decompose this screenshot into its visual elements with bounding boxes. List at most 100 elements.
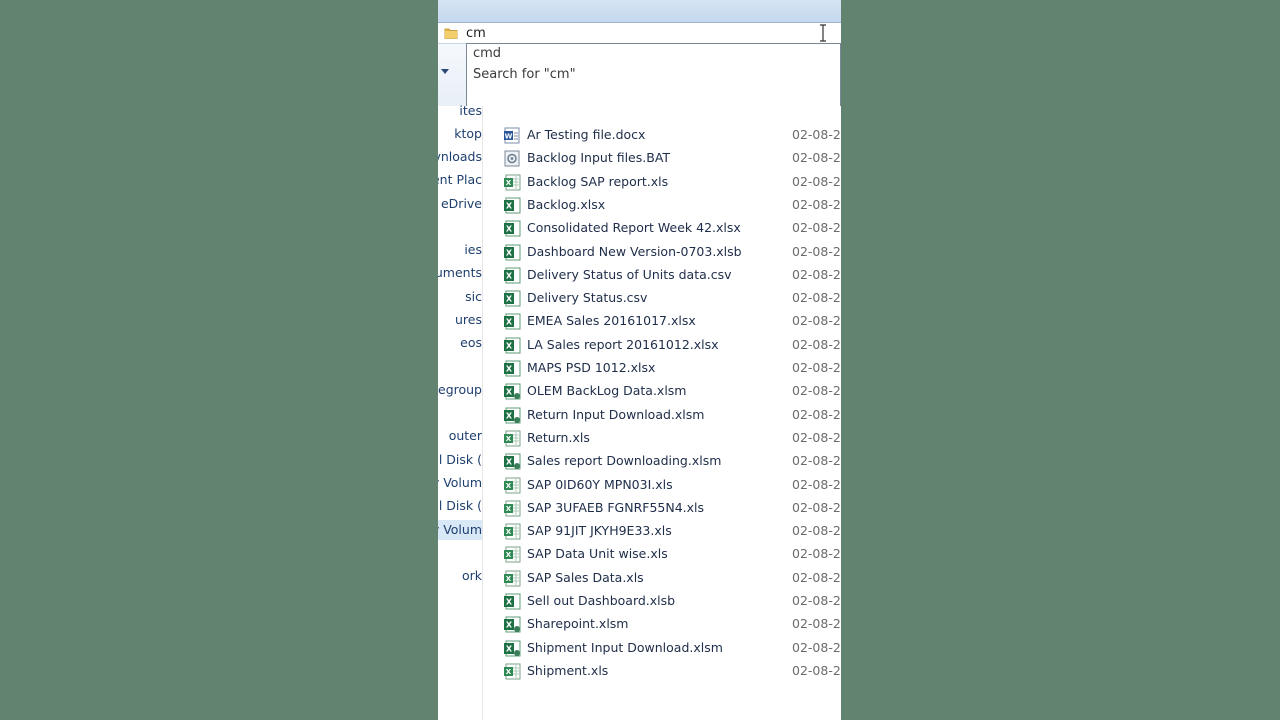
file-row[interactable]: X Backlog SAP report.xls 02-08-20: [483, 171, 841, 194]
nav-item[interactable]: sic: [438, 287, 482, 307]
address-bar[interactable]: cm: [438, 22, 841, 44]
excel-macro-icon: X: [504, 640, 521, 657]
file-row[interactable]: X Backlog.xlsx 02-08-20: [483, 194, 841, 217]
svg-text:X: X: [506, 435, 512, 443]
excel-xls-icon: X: [504, 663, 521, 680]
nav-item[interactable]: egroup: [438, 380, 482, 400]
nav-item[interactable]: eDrive: [438, 194, 482, 214]
file-row[interactable]: X Sharepoint.xlsm 02-08-20: [483, 613, 841, 636]
file-date-modified: 02-08-20: [792, 220, 841, 236]
file-date-modified: 02-08-20: [792, 360, 841, 375]
nav-item[interactable]: ies: [438, 240, 482, 260]
file-date-modified: 02-08-20: [792, 243, 841, 259]
address-input[interactable]: cm: [466, 26, 486, 41]
nav-item[interactable]: ktop: [438, 124, 482, 144]
file-name: Backlog.xlsx: [527, 196, 606, 212]
excel-xls-icon: X: [504, 500, 521, 517]
nav-item[interactable]: al Disk (: [438, 496, 482, 516]
file-row[interactable]: X Dashboard New Version-0703.xlsb 02-08-20: [483, 241, 841, 264]
file-name: Sell out Dashboard.xlsb: [527, 593, 676, 608]
file-date-modified: 02-08-20: [792, 453, 841, 469]
file-date-modified: 02-08-20: [792, 383, 841, 399]
file-date-modified: 02-08-20: [792, 569, 841, 585]
file-row[interactable]: X Return Input Download.xlsm 02-08-20: [483, 404, 841, 427]
nav-item-label: ies: [464, 242, 482, 257]
nav-item[interactable]: ent Plac: [438, 170, 482, 190]
file-row[interactable]: X Shipment Input Download.xlsm 02-08-20: [483, 637, 841, 660]
svg-text:X: X: [506, 179, 512, 187]
file-row[interactable]: X Return.xls 02-08-20: [483, 427, 841, 450]
file-name: Return.xls: [527, 429, 590, 445]
nav-item[interactable]: al Disk (: [438, 450, 482, 470]
nav-item-label: ent Plac: [438, 172, 482, 187]
excel-xls-icon: X: [504, 430, 521, 447]
excel-icon: X: [504, 197, 521, 214]
svg-text:W: W: [505, 132, 513, 140]
file-name: Dashboard New Version-0703.xlsb: [527, 243, 742, 259]
nav-item-label: egroup: [438, 382, 482, 397]
file-row[interactable]: X Sales report Downloading.xlsm 02-08-20: [483, 450, 841, 473]
svg-text:X: X: [506, 341, 513, 350]
file-row[interactable]: X SAP Data Unit wise.xls 02-08-20: [483, 543, 841, 566]
excel-macro-icon: X: [504, 407, 521, 424]
file-name: SAP Data Unit wise.xls: [527, 546, 668, 562]
file-date-modified: 02-08-20: [792, 546, 841, 562]
file-row[interactable]: X Sell out Dashboard.xlsb 02-08-20: [483, 590, 841, 613]
file-row[interactable]: X EMEA Sales 20161017.xlsx 02-08-20: [483, 310, 841, 333]
nav-item-label: eDrive: [440, 196, 482, 211]
nav-item-label: ork: [461, 568, 482, 583]
file-row[interactable]: X MAPS PSD 1012.xlsx 02-08-20: [483, 357, 841, 380]
nav-item[interactable]: ork: [438, 566, 482, 586]
nav-item[interactable]: outer: [438, 426, 482, 446]
file-row[interactable]: X Consolidated Report Week 42.xlsx 02-08-2…: [483, 217, 841, 240]
file-name: SAP 3UFAEB FGNRF55N4.xls: [527, 499, 705, 515]
nav-item-label: vnloads: [438, 149, 482, 164]
autocomplete-item-cmd[interactable]: cmd: [473, 46, 501, 61]
file-row[interactable]: X SAP 0ID60Y MPN03I.xls 02-08-20: [483, 474, 841, 497]
svg-text:X: X: [506, 644, 513, 653]
file-name: EMEA Sales 20161017.xlsx: [527, 313, 696, 329]
nav-item[interactable]: uments: [438, 263, 482, 283]
svg-text:X: X: [506, 668, 512, 676]
file-date-modified: 02-08-20: [792, 406, 841, 422]
file-row[interactable]: X LA Sales report 20161012.xlsx 02-08-20: [483, 334, 841, 357]
file-name: Backlog Input files.BAT: [527, 150, 671, 166]
nav-item-label: eos: [460, 335, 482, 350]
file-name: Delivery Status of Units data.csv: [527, 266, 732, 282]
window-title-bar: [438, 0, 841, 22]
file-row[interactable]: X Shipment.xls 02-08-20: [483, 660, 841, 683]
file-row[interactable]: X OLEM BackLog Data.xlsm 02-08-20: [483, 380, 841, 403]
navigation-pane: ites ktop vnloads ent Plac eDrive ies uments si…: [438, 103, 483, 720]
file-row[interactable]: X SAP 3UFAEB FGNRF55N4.xls 02-08-20: [483, 497, 841, 520]
chevron-down-icon[interactable]: [440, 68, 450, 76]
file-name: Shipment Input Download.xlsm: [527, 639, 723, 655]
excel-icon: X: [504, 244, 521, 260]
batch-file-icon: [504, 150, 520, 167]
file-date-modified: 02-08-20: [792, 499, 841, 515]
file-row[interactable]: W Ar Testing file.docx 02-08-20: [483, 124, 841, 147]
svg-text:X: X: [506, 318, 513, 327]
file-name: Return Input Download.xlsm: [527, 406, 705, 422]
nav-item[interactable]: v Volum: [438, 473, 482, 493]
svg-text:X: X: [506, 505, 512, 513]
file-row[interactable]: X SAP Sales Data.xls 02-08-20: [483, 567, 841, 590]
file-row[interactable]: X Delivery Status of Units data.csv 02-08-…: [483, 264, 841, 287]
file-row[interactable]: Backlog Input files.BAT 02-08-20: [483, 147, 841, 170]
nav-item[interactable]: vnloads: [438, 147, 482, 167]
nav-item[interactable]: ites: [438, 101, 482, 121]
nav-item[interactable]: eos: [438, 333, 482, 353]
nav-item[interactable]: v Volum: [438, 520, 482, 540]
nav-item-label: sic: [465, 289, 482, 304]
excel-icon: X: [504, 313, 521, 330]
file-name: Sales report Downloading.xlsm: [527, 453, 722, 469]
nav-item[interactable]: ures: [438, 310, 482, 330]
svg-text:X: X: [506, 201, 513, 210]
autocomplete-item-search[interactable]: Search for "cm": [473, 67, 576, 82]
file-row[interactable]: X SAP 91JIT JKYH9E33.xls 02-08-20: [483, 520, 841, 543]
excel-macro-icon: X: [504, 453, 521, 470]
svg-text:X: X: [506, 482, 512, 490]
word-doc-icon: W: [504, 127, 520, 144]
file-name: Backlog SAP report.xls: [527, 173, 669, 189]
nav-item-label: v Volum: [438, 522, 482, 537]
file-row[interactable]: X Delivery Status.csv 02-08-20: [483, 287, 841, 310]
